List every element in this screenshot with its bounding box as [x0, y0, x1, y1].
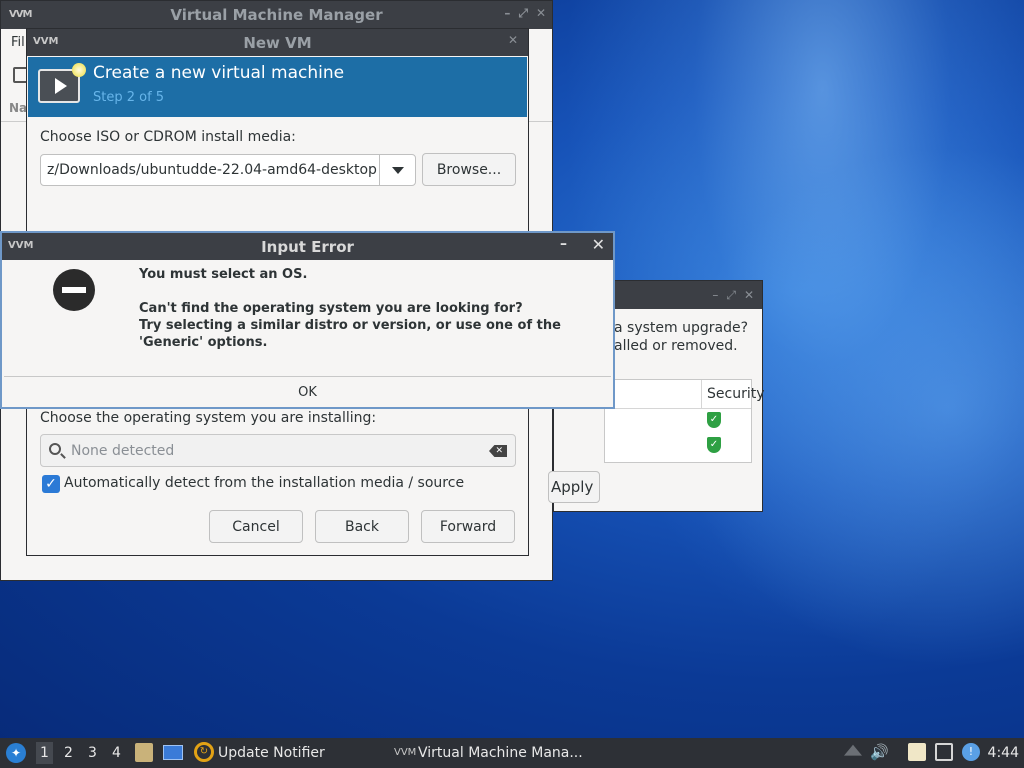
- workspace-3[interactable]: 3: [88, 745, 97, 761]
- clock[interactable]: 4:44: [988, 745, 1019, 761]
- close-icon[interactable]: ✕: [508, 33, 518, 47]
- error-line: Try selecting a similar distro or versio…: [139, 318, 561, 333]
- upgrade-message-line: alled or removed.: [614, 338, 738, 354]
- vmm-titlebar[interactable]: VVM Virtual Machine Manager – ⤢ ✕: [1, 1, 552, 29]
- network-icon[interactable]: [935, 743, 953, 761]
- chevron-down-icon: [392, 167, 404, 174]
- minimize-icon[interactable]: –: [712, 288, 718, 303]
- clear-icon[interactable]: ✕: [489, 445, 507, 457]
- iso-dropdown-button[interactable]: [379, 155, 415, 185]
- workspace-1[interactable]: 1: [36, 742, 53, 764]
- autodetect-checkbox[interactable]: ✓: [42, 475, 60, 493]
- forward-button[interactable]: Forward: [421, 510, 515, 543]
- error-line: 'Generic' options.: [139, 335, 268, 350]
- close-icon[interactable]: ✕: [536, 6, 546, 21]
- show-desktop-icon[interactable]: [163, 745, 183, 760]
- iso-path-combo[interactable]: z/Downloads/ubuntudde-22.04-amd64-deskto…: [40, 154, 416, 186]
- virt-manager-icon: VVM: [394, 747, 417, 758]
- upgrade-message-line: a system upgrade?: [614, 320, 749, 336]
- updates-table[interactable]: Security ✓ ✓: [604, 379, 765, 463]
- tray-arrow-icon[interactable]: [844, 744, 862, 756]
- task-update-notifier[interactable]: Update Notifier: [218, 745, 325, 761]
- banner-title: Create a new virtual machine: [93, 63, 345, 83]
- update-window-controls: – ⤢ ✕: [712, 288, 754, 303]
- search-icon: [49, 443, 61, 455]
- table-header-divider: [605, 408, 751, 409]
- error-stop-icon: [53, 269, 95, 311]
- virt-manager-icon: VVM: [8, 240, 34, 251]
- menu-file[interactable]: Fil: [11, 35, 25, 50]
- error-line: Can't find the operating system you are …: [139, 301, 523, 316]
- error-headline: You must select an OS.: [139, 267, 308, 282]
- start-menu-icon[interactable]: ✦: [6, 743, 26, 763]
- update-notifier-icon[interactable]: ↻: [194, 742, 214, 762]
- banner-step: Step 2 of 5: [93, 90, 165, 105]
- os-search-placeholder: None detected: [71, 443, 175, 459]
- autodetect-label[interactable]: Automatically detect from the installati…: [64, 475, 464, 491]
- iso-path-value[interactable]: z/Downloads/ubuntudde-22.04-amd64-deskto…: [47, 162, 377, 178]
- maximize-icon[interactable]: ⤢: [518, 6, 528, 21]
- error-titlebar[interactable]: VVM Input Error – ✕: [2, 233, 613, 260]
- iso-label: Choose ISO or CDROM install media:: [40, 129, 296, 145]
- ok-button[interactable]: OK: [4, 376, 611, 407]
- os-label: Choose the operating system you are inst…: [40, 410, 377, 426]
- vmm-window-title: Virtual Machine Manager: [170, 6, 383, 24]
- new-vm-icon: [38, 63, 86, 103]
- taskbar: ✦ 1 2 3 4 ↻ Update Notifier VVM Virtual …: [0, 738, 1024, 768]
- vmm-window-controls: – ⤢ ✕: [504, 6, 546, 21]
- cancel-button[interactable]: Cancel: [209, 510, 303, 543]
- apply-button[interactable]: Apply: [548, 471, 600, 503]
- new-vm-titlebar[interactable]: VVM New VM ✕: [27, 29, 528, 56]
- task-virtual-machine-manager[interactable]: Virtual Machine Mana...: [418, 745, 583, 761]
- clipboard-icon[interactable]: [908, 743, 926, 761]
- shield-check-icon: ✓: [707, 437, 721, 453]
- notification-icon[interactable]: !: [962, 743, 980, 761]
- close-icon[interactable]: ✕: [744, 288, 754, 303]
- error-title: Input Error: [261, 237, 354, 256]
- wizard-banner: Create a new virtual machine Step 2 of 5: [28, 57, 527, 117]
- volume-icon[interactable]: 🔊: [870, 743, 889, 761]
- os-search-input[interactable]: None detected ✕: [40, 434, 516, 467]
- virt-manager-icon: VVM: [33, 36, 59, 47]
- browse-button[interactable]: Browse...: [422, 153, 516, 186]
- minimize-icon[interactable]: –: [504, 6, 510, 21]
- close-icon[interactable]: ✕: [592, 235, 605, 254]
- maximize-icon[interactable]: ⤢: [726, 288, 736, 303]
- shield-check-icon: ✓: [707, 412, 721, 428]
- minimize-icon[interactable]: –: [560, 236, 567, 252]
- file-manager-icon[interactable]: [135, 743, 153, 762]
- back-button[interactable]: Back: [315, 510, 409, 543]
- workspace-2[interactable]: 2: [64, 745, 73, 761]
- upgrade-message: a system upgrade? alled or removed.: [614, 319, 748, 355]
- virt-manager-icon: VVM: [9, 9, 32, 20]
- workspace-4[interactable]: 4: [112, 745, 121, 761]
- column-header-security-label: Security: [707, 386, 765, 402]
- new-vm-title: New VM: [243, 33, 312, 52]
- input-error-dialog: VVM Input Error – ✕ You must select an O…: [0, 231, 615, 409]
- column-header-name[interactable]: Na: [9, 101, 27, 115]
